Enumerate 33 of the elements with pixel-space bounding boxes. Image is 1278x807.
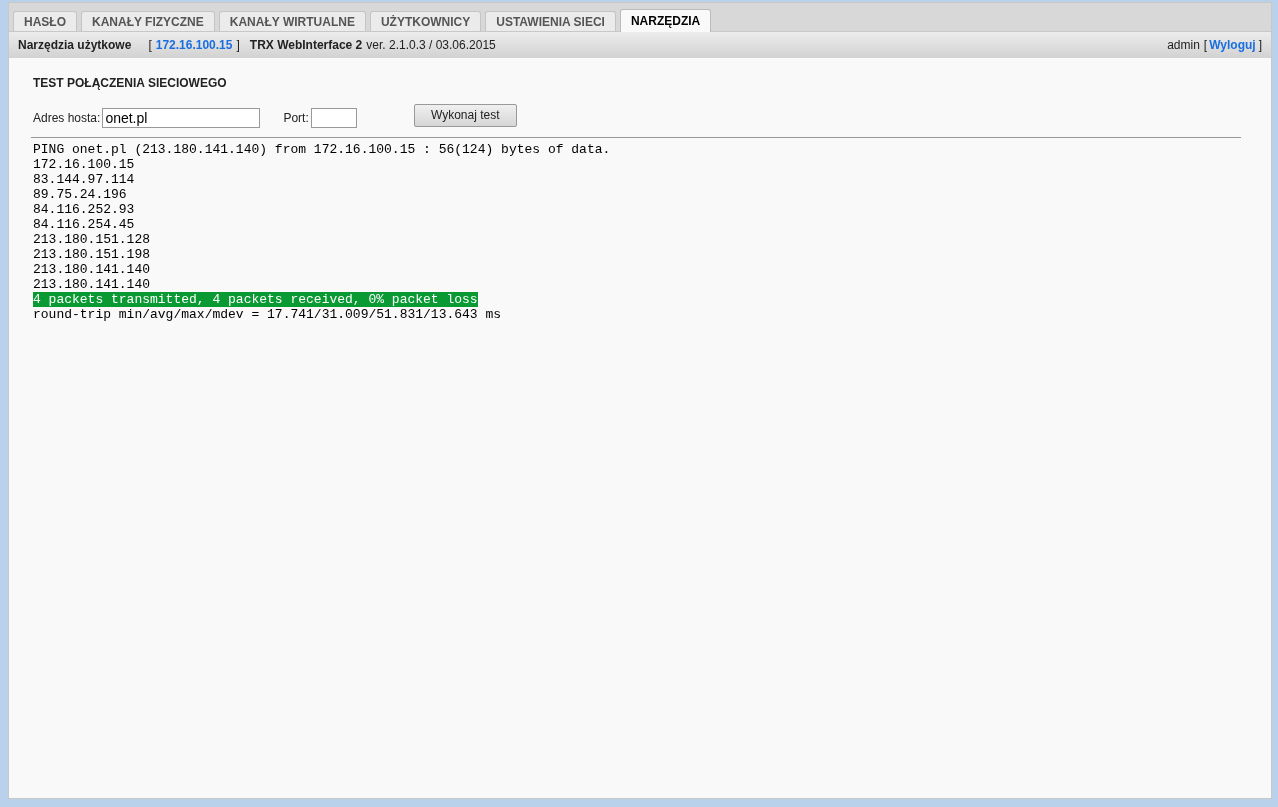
bracket-text: ] — [236, 37, 240, 54]
output-line: 84.116.252.93 — [33, 202, 135, 217]
product-name: TRX WebInterface 2 — [249, 37, 363, 54]
output-line: 89.75.24.196 — [33, 187, 127, 202]
output-line: 83.144.97.114 — [33, 172, 135, 187]
ip-address: 172.16.100.15 — [155, 37, 233, 54]
version-text: ver. 2.1.0.3 / 03.06.2015 — [366, 37, 496, 54]
run-test-button[interactable]: Wykonaj test — [413, 103, 517, 127]
host-label: Adres hosta: — [33, 110, 101, 127]
tab[interactable]: NARZĘDZIA — [619, 9, 712, 32]
output-line: 213.180.141.140 — [33, 262, 151, 277]
output-line: 172.16.100.15 — [33, 157, 135, 172]
username-text: admin — [1167, 37, 1200, 54]
tab[interactable]: KANAŁY WIRTUALNE — [218, 11, 366, 31]
tab[interactable]: KANAŁY FIZYCZNE — [81, 11, 215, 31]
logout-link[interactable]: Wyloguj — [1209, 36, 1256, 54]
bracket-text: [ — [1203, 37, 1208, 54]
port-input-field[interactable] — [310, 108, 357, 128]
output-line: 213.180.151.198 — [33, 247, 151, 262]
section-heading: TEST POŁĄCZENIA SIECIOWEGO — [32, 75, 228, 92]
section-title: Narzędzia użytkowe — [18, 37, 132, 54]
tab[interactable]: UŻYTKOWNICY — [369, 11, 482, 31]
tab[interactable]: USTAWIENIA SIECI — [485, 11, 616, 31]
output-line: round-trip min/avg/max/mdev = 17.741/31.009/51.831/13.643 ms — [33, 307, 502, 322]
bracket-text: ] — [1258, 37, 1262, 54]
output-line: 213.180.141.140 — [33, 277, 151, 292]
bracket-text: [ — [148, 37, 152, 54]
output-line: 213.180.151.128 — [33, 232, 151, 247]
host-input-field[interactable]: onet.pl — [102, 108, 261, 128]
output-line: 84.116.254.45 — [33, 217, 135, 232]
output-line: PING onet.pl (213.180.141.140) from 172.16.100.15 : 56(124) bytes of data. — [33, 142, 611, 157]
tab[interactable]: HASŁO — [13, 11, 77, 31]
port-label: Port: — [283, 110, 309, 127]
